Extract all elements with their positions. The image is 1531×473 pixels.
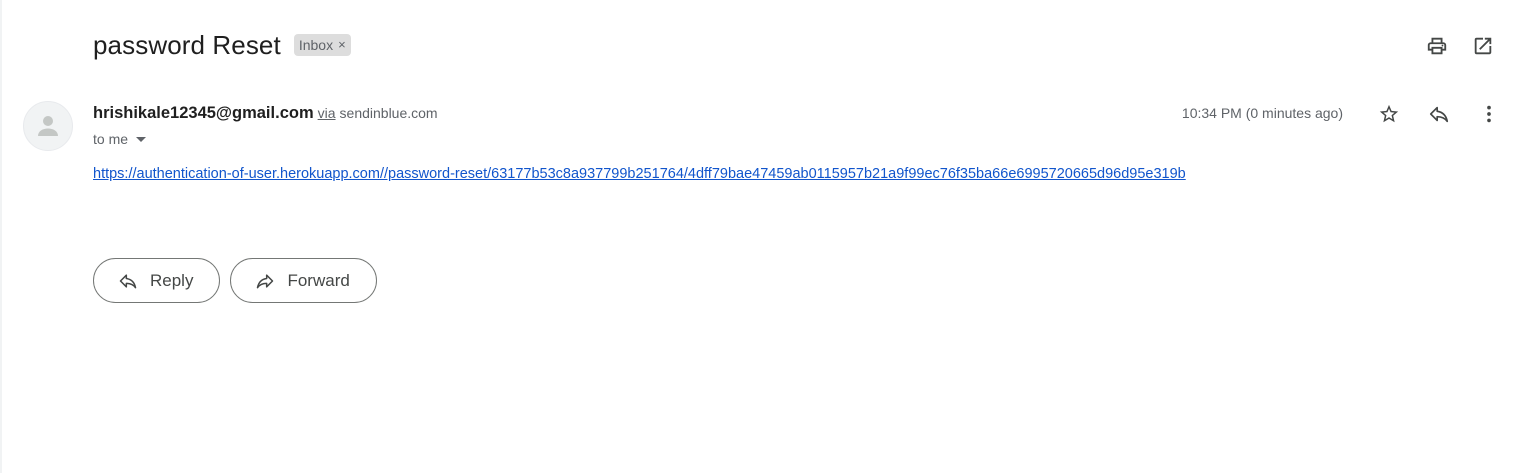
more-vert-icon[interactable]: [1477, 102, 1501, 126]
thread-toolbar: [1425, 34, 1495, 58]
print-icon[interactable]: [1425, 34, 1449, 58]
sender-email[interactable]: hrishikale12345@gmail.com: [93, 104, 314, 123]
forward-button[interactable]: Forward: [230, 258, 377, 303]
via-domain: sendinblue.com: [339, 105, 438, 121]
subject-row: password Reset Inbox ×: [93, 30, 351, 61]
message-toolbar: [1377, 102, 1501, 126]
recipient-line: to me: [93, 131, 147, 147]
label-text: Inbox: [298, 36, 334, 53]
sender-line: hrishikale12345@gmail.com via sendinblue…: [93, 104, 438, 123]
show-details-icon[interactable]: [136, 136, 147, 142]
forward-label: Forward: [287, 270, 350, 290]
email-view: password Reset Inbox × hrishikale12345@g…: [0, 0, 1531, 473]
password-reset-link[interactable]: https://authentication-of-user.herokuapp…: [93, 166, 1186, 182]
star-icon[interactable]: [1377, 102, 1401, 126]
email-subject: password Reset: [93, 30, 281, 60]
via-link[interactable]: via: [318, 105, 336, 121]
remove-label-icon[interactable]: ×: [338, 37, 346, 52]
reply-icon: [119, 273, 137, 288]
reply-button[interactable]: Reply: [93, 258, 221, 303]
reply-icon[interactable]: [1427, 102, 1451, 126]
forward-icon: [257, 273, 274, 288]
message-actions: Reply Forward: [93, 258, 377, 303]
reply-label: Reply: [150, 270, 194, 290]
recipient-text: to me: [93, 131, 129, 147]
inbox-label-chip[interactable]: Inbox ×: [293, 33, 351, 56]
open-in-new-icon[interactable]: [1471, 34, 1495, 58]
person-icon: [38, 116, 58, 136]
email-timestamp: 10:34 PM (0 minutes ago): [1181, 105, 1343, 121]
sender-avatar[interactable]: [23, 101, 73, 151]
